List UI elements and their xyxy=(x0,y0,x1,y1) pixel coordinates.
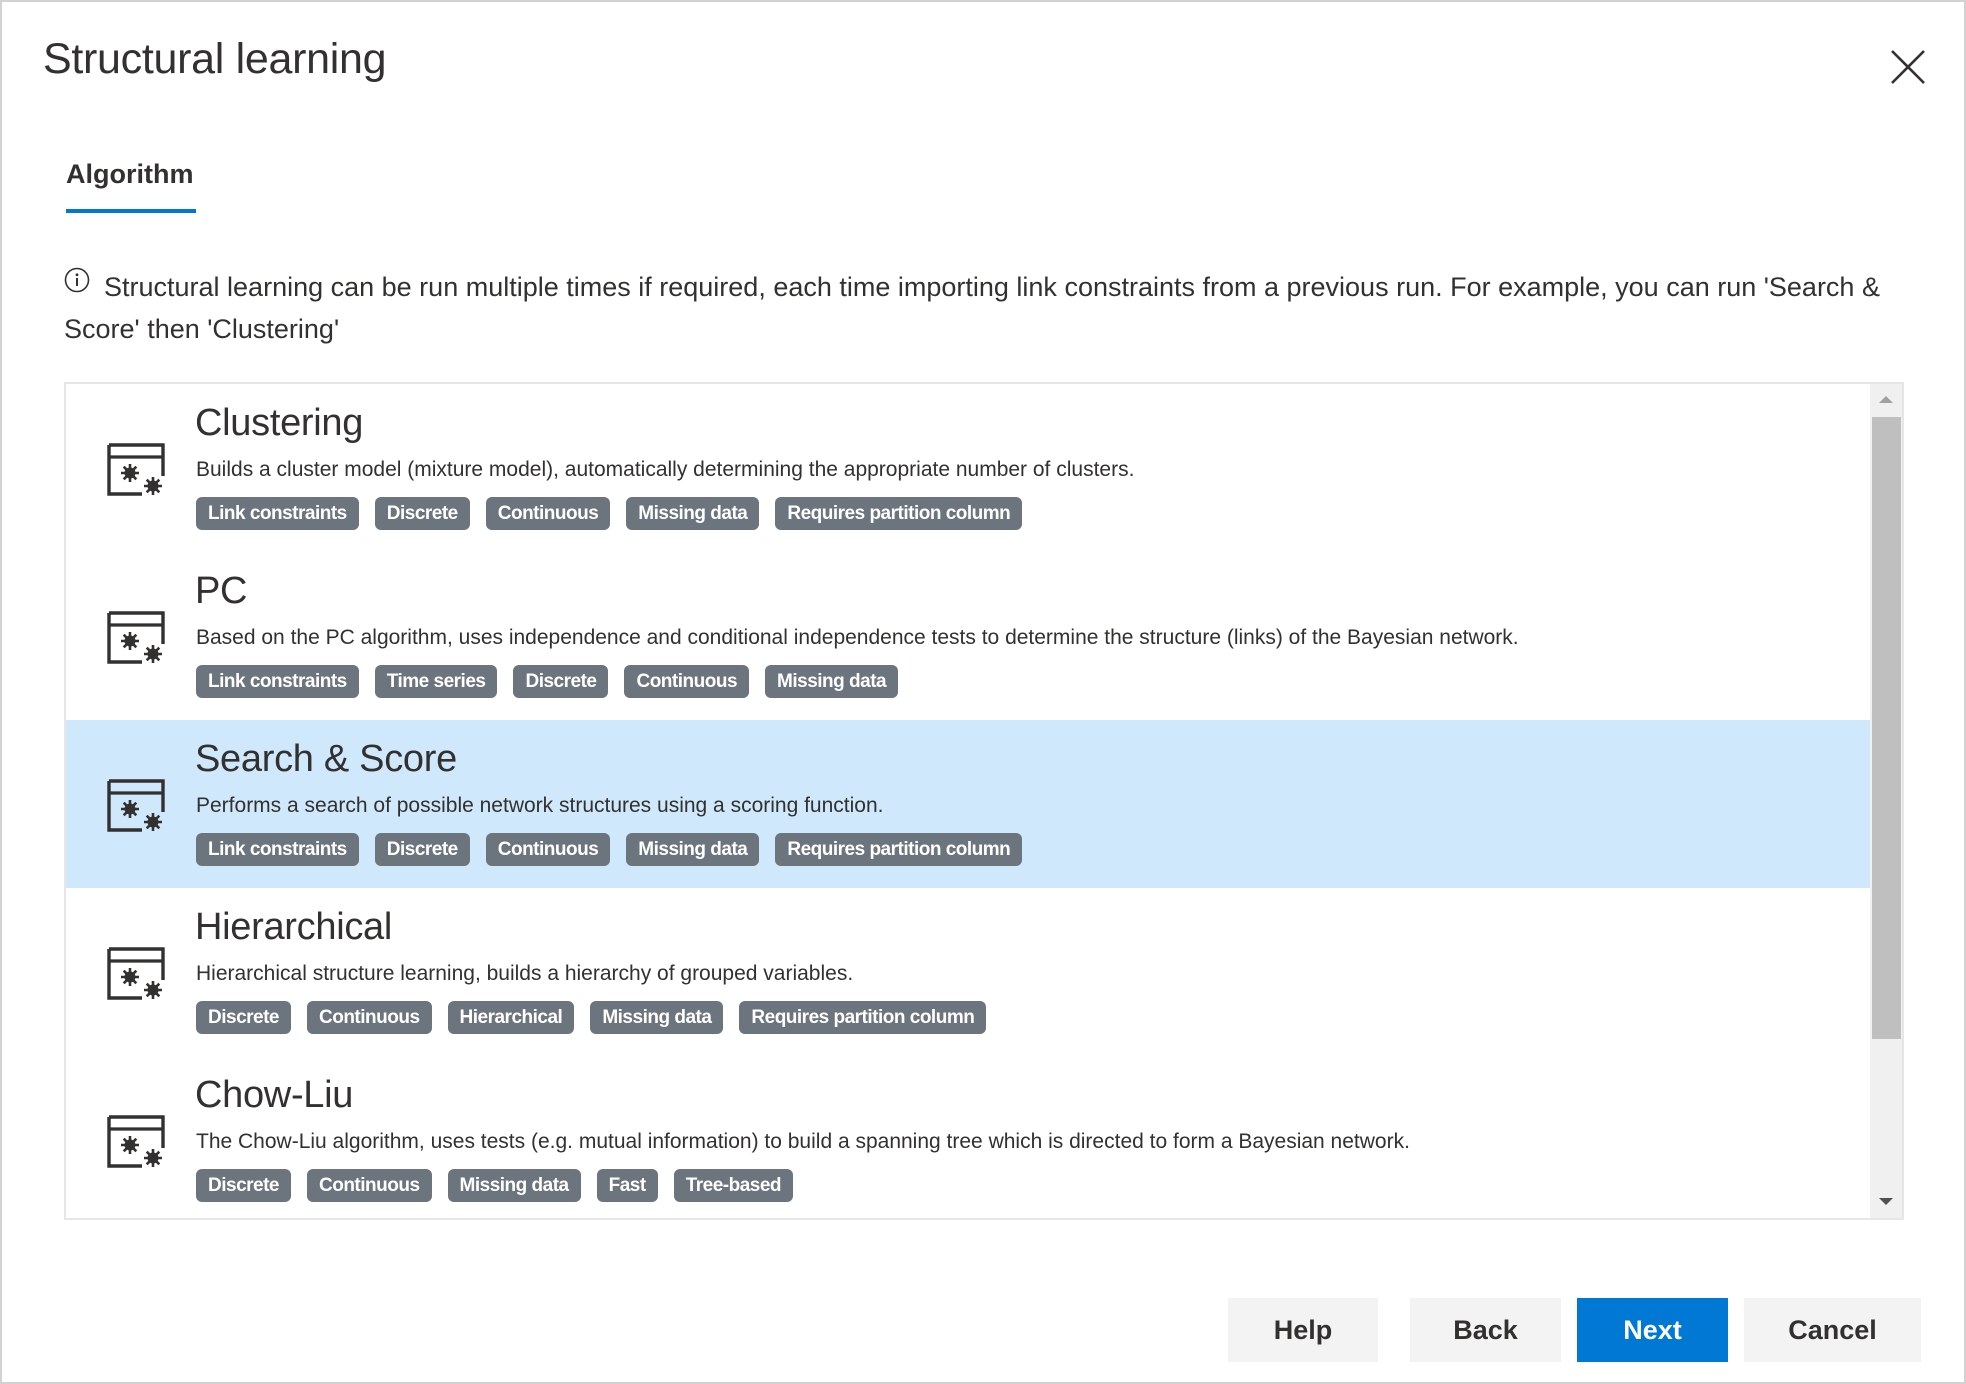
feature-tag: Missing data xyxy=(447,1169,581,1202)
algorithm-row[interactable]: Clustering Builds a cluster model (mixtur… xyxy=(66,384,1870,552)
algorithm-description: Performs a search of possible network st… xyxy=(196,794,884,817)
tab-algorithm-label: Algorithm xyxy=(66,159,194,189)
algorithm-name: Hierarchical xyxy=(195,906,393,948)
scroll-down-button[interactable] xyxy=(1870,1188,1902,1218)
algorithm-list: Chow-Liu The Chow-Liu algorithm, uses tes… xyxy=(64,382,1904,1220)
feature-tag: Discrete xyxy=(513,665,609,698)
feature-tag: Discrete xyxy=(374,497,470,530)
feature-tag: Link constraints xyxy=(196,497,359,530)
algorithm-description: The Chow-Liu algorithm, uses tests (e.g.… xyxy=(196,1130,1410,1153)
algorithm-name: Clustering xyxy=(195,402,364,444)
algorithm-description: Hierarchical structure learning, builds … xyxy=(196,962,854,985)
active-tab-indicator xyxy=(66,209,196,213)
feature-tag: Missing data xyxy=(765,665,899,698)
algorithm-tags: Discrete Continuous Missing data Fast Tree-b… xyxy=(196,1169,794,1202)
feature-tag: Tree-based xyxy=(673,1169,794,1202)
info-message: Structural learning can be run multiple … xyxy=(64,266,1904,350)
next-button[interactable]: Next xyxy=(1577,1298,1728,1362)
window-gears-icon xyxy=(106,946,166,1002)
window-gears-icon xyxy=(106,442,166,498)
feature-tag: Fast xyxy=(596,1169,658,1202)
algorithm-row[interactable]: PC Based on the PC algorithm, uses indepe… xyxy=(66,552,1870,720)
algorithm-description: Builds a cluster model (mixture model), … xyxy=(196,458,1135,481)
feature-tag: Hierarchical xyxy=(447,1001,575,1034)
algorithm-tags: Link constraints Discrete Continuous Missin… xyxy=(196,833,1023,866)
feature-tag: Discrete xyxy=(196,1169,291,1202)
feature-tag: Discrete xyxy=(374,833,470,866)
cancel-button[interactable]: Cancel xyxy=(1744,1298,1921,1362)
algorithm-tags: Link constraints Discrete Continuous Missin… xyxy=(196,497,1023,530)
close-button[interactable] xyxy=(1889,48,1927,86)
feature-tag: Missing data xyxy=(626,497,760,530)
window-gears-icon xyxy=(106,778,166,834)
algorithm-row[interactable]: Chow-Liu The Chow-Liu algorithm, uses tes… xyxy=(66,1056,1870,1218)
help-button[interactable]: Help xyxy=(1228,1298,1378,1362)
algorithm-name: Chow-Liu xyxy=(195,1074,354,1116)
algorithm-row[interactable]: Search & Score Performs a search of possi… xyxy=(66,720,1870,888)
structural-learning-dialog: Structural learning Algorithm Structural… xyxy=(0,0,1966,1384)
feature-tag: Continuous xyxy=(624,665,750,698)
scrollbar-thumb[interactable] xyxy=(1872,417,1901,1039)
feature-tag: Time series xyxy=(374,665,498,698)
window-gears-icon xyxy=(106,1114,166,1170)
info-text: Structural learning can be run multiple … xyxy=(64,272,1880,344)
algorithm-name: PC xyxy=(195,570,248,612)
feature-tag: Missing data xyxy=(626,833,760,866)
algorithm-description: Based on the PC algorithm, uses independ… xyxy=(196,626,1519,649)
algorithm-tags: Discrete Continuous Hierarchical Missing da… xyxy=(196,1001,987,1034)
info-icon xyxy=(64,267,90,293)
feature-tag: Missing data xyxy=(590,1001,724,1034)
back-button[interactable]: Back xyxy=(1410,1298,1561,1362)
algorithm-name: Search & Score xyxy=(195,738,457,780)
feature-tag: Requires partition column xyxy=(739,1001,987,1034)
feature-tag: Continuous xyxy=(307,1001,432,1034)
feature-tag: Continuous xyxy=(485,497,611,530)
scroll-up-button[interactable] xyxy=(1870,384,1902,414)
feature-tag: Continuous xyxy=(485,833,611,866)
algorithm-tags: Link constraints Time series Discrete Conti… xyxy=(196,665,899,698)
feature-tag: Link constraints xyxy=(196,665,359,698)
tab-algorithm[interactable]: Algorithm xyxy=(64,159,196,217)
feature-tag: Discrete xyxy=(196,1001,291,1034)
algorithm-row[interactable]: Hierarchical Hierarchical structure learn… xyxy=(66,888,1870,1056)
dialog-title: Structural learning xyxy=(43,35,387,83)
close-icon xyxy=(1891,50,1925,84)
feature-tag: Link constraints xyxy=(196,833,359,866)
feature-tag: Continuous xyxy=(307,1169,432,1202)
window-gears-icon xyxy=(106,610,166,666)
feature-tag: Requires partition column xyxy=(775,497,1023,530)
feature-tag: Requires partition column xyxy=(775,833,1023,866)
list-scrollbar[interactable] xyxy=(1870,384,1902,1218)
